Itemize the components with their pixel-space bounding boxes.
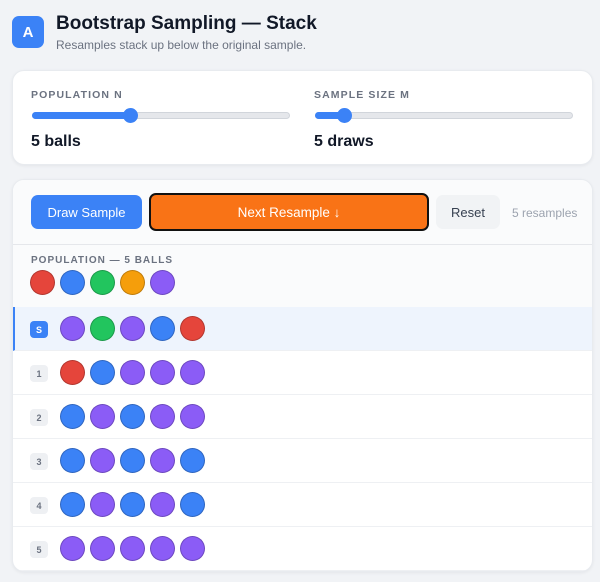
row-badge: 3	[30, 453, 48, 470]
resample-row: 5	[13, 527, 592, 571]
purple-ball	[90, 492, 115, 517]
blue-ball	[120, 492, 145, 517]
row-badge: 4	[30, 497, 48, 514]
orange-ball	[120, 270, 145, 295]
row-balls	[60, 404, 205, 429]
purple-ball	[60, 536, 85, 561]
population-label: POPULATION N	[31, 89, 123, 101]
resample-row: 1	[13, 351, 592, 395]
purple-ball	[90, 536, 115, 561]
row-badge: S	[30, 321, 48, 338]
draw-sample-button[interactable]: Draw Sample	[31, 195, 142, 229]
blue-ball	[120, 404, 145, 429]
purple-ball	[150, 536, 175, 561]
purple-ball	[150, 492, 175, 517]
row-badge: 2	[30, 409, 48, 426]
purple-ball	[120, 536, 145, 561]
row-badge: 1	[30, 365, 48, 382]
green-ball	[90, 316, 115, 341]
blue-ball	[180, 448, 205, 473]
blue-ball	[60, 492, 85, 517]
resample-stack: S 1 2 3 4 5	[13, 307, 592, 571]
purple-ball	[180, 360, 205, 385]
population-slider[interactable]	[32, 108, 290, 123]
population-value: 5 balls	[31, 133, 81, 150]
purple-ball	[90, 404, 115, 429]
row-balls	[60, 360, 205, 385]
row-balls	[60, 448, 205, 473]
purple-ball	[150, 360, 175, 385]
purple-ball	[150, 270, 175, 295]
purple-ball	[120, 360, 145, 385]
blue-ball	[180, 492, 205, 517]
next-resample-button[interactable]: Next Resample ↓	[149, 193, 429, 231]
sample-size-label: SAMPLE SIZE M	[314, 89, 410, 101]
purple-ball	[90, 448, 115, 473]
red-ball	[60, 360, 85, 385]
population-balls	[30, 270, 175, 295]
blue-ball	[60, 404, 85, 429]
reset-button[interactable]: Reset	[436, 195, 500, 229]
sample-size-slider[interactable]	[315, 108, 573, 123]
purple-ball	[150, 404, 175, 429]
purple-ball	[180, 404, 205, 429]
resample-row: 4	[13, 483, 592, 527]
green-ball	[90, 270, 115, 295]
population-slider-thumb[interactable]	[123, 108, 139, 123]
red-ball	[30, 270, 55, 295]
population-slider-fill	[32, 112, 130, 119]
app-logo: A	[12, 16, 44, 48]
blue-ball	[150, 316, 175, 341]
purple-ball	[120, 316, 145, 341]
sample-size-slider-thumb[interactable]	[337, 108, 353, 123]
row-balls	[60, 316, 205, 341]
sample-row: S	[13, 307, 592, 351]
stack-card: Draw Sample Next Resample ↓ Reset 5 resa…	[12, 179, 593, 572]
purple-ball	[60, 316, 85, 341]
red-ball	[180, 316, 205, 341]
blue-ball	[120, 448, 145, 473]
resample-count: 5 resamples	[512, 206, 578, 220]
sample-size-value: 5 draws	[314, 133, 374, 150]
purple-ball	[180, 536, 205, 561]
purple-ball	[150, 448, 175, 473]
page-title: Bootstrap Sampling — Stack	[56, 13, 317, 34]
blue-ball	[60, 448, 85, 473]
toolbar: Draw Sample Next Resample ↓ Reset 5 resa…	[13, 180, 592, 245]
row-balls	[60, 492, 205, 517]
controls-card: POPULATION N 5 balls SAMPLE SIZE M 5 dra…	[12, 70, 593, 165]
resample-row: 2	[13, 395, 592, 439]
blue-ball	[60, 270, 85, 295]
population-heading: POPULATION — 5 BALLS	[31, 255, 174, 266]
resample-row: 3	[13, 439, 592, 483]
row-badge: 5	[30, 541, 48, 558]
blue-ball	[90, 360, 115, 385]
row-balls	[60, 536, 205, 561]
page-subtitle: Resamples stack up below the original sa…	[56, 38, 307, 52]
